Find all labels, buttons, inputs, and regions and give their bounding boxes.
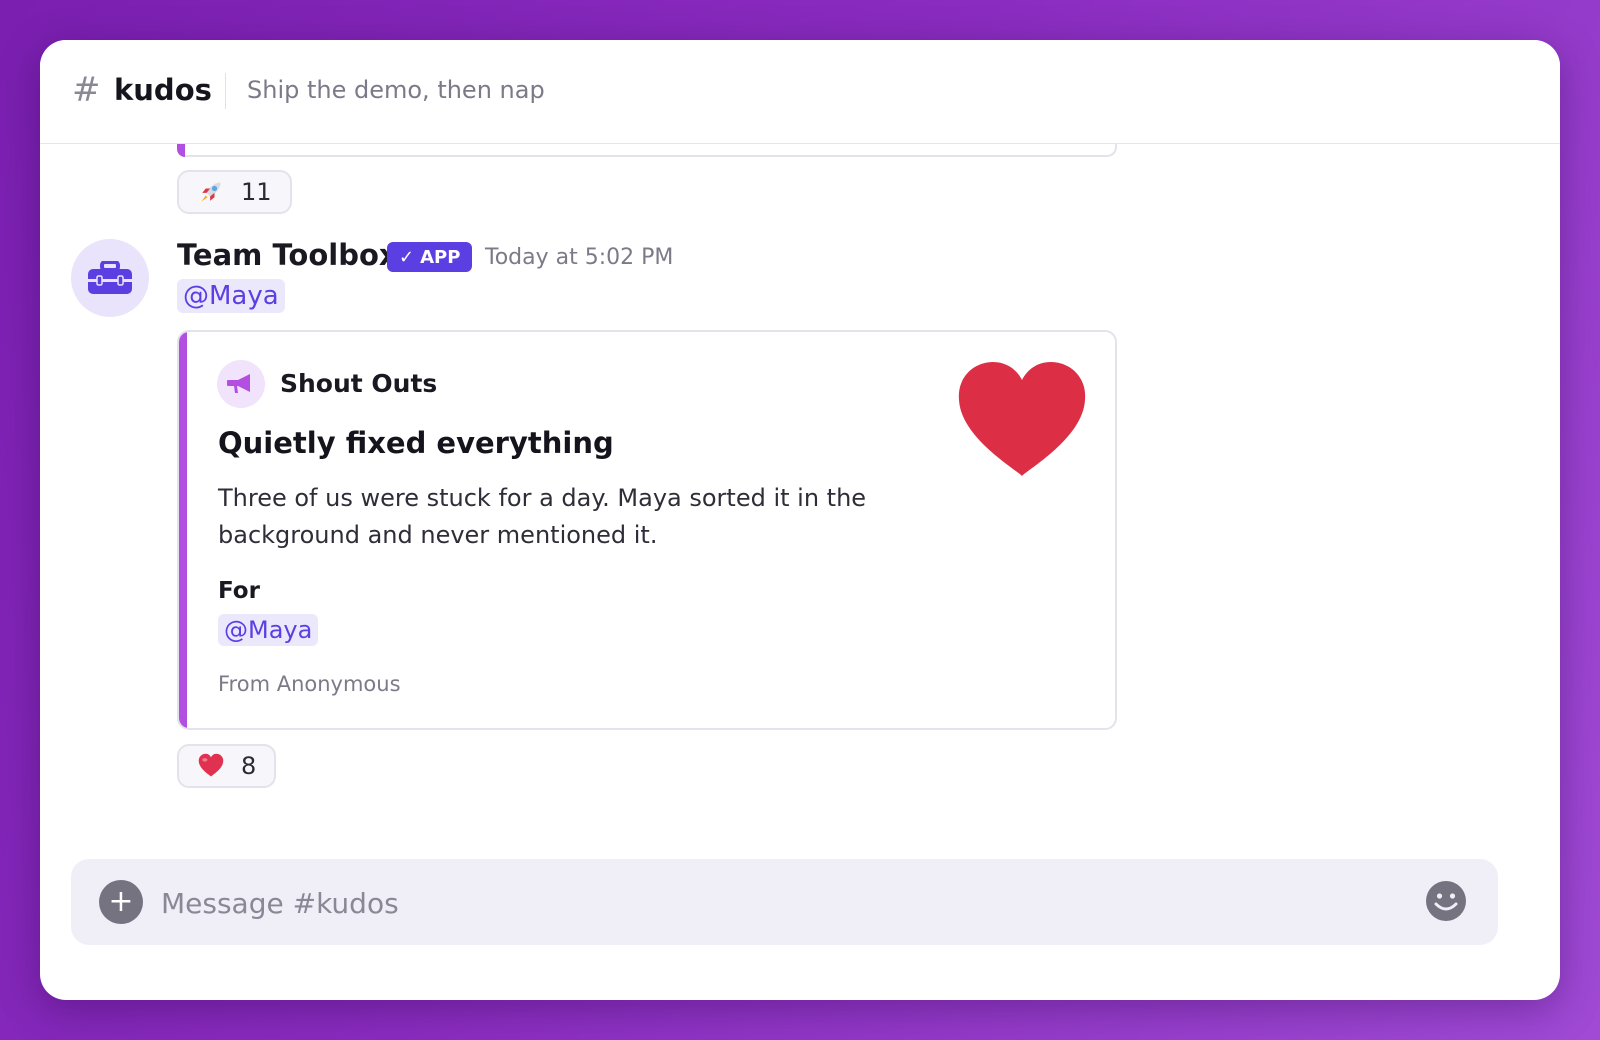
header-divider [225,73,226,109]
channel-topic[interactable]: Ship the demo, then nap [247,76,545,104]
app-badge: ✓ APP [387,242,473,272]
card-for-label: For [218,578,260,604]
user-mention[interactable]: @Maya [177,279,285,313]
card-from: From Anonymous [218,672,401,696]
channel-header: # kudos Ship the demo, then nap [40,40,1560,144]
card-accent-bar [179,332,187,728]
rocket-icon [201,182,221,202]
heart-icon [198,753,224,777]
emoji-icon[interactable] [1425,880,1467,922]
hash-icon: # [72,70,101,110]
toolbox-icon [88,261,132,294]
reaction-rocket[interactable]: 11 [177,170,292,214]
heart-icon [958,362,1086,476]
megaphone-icon [217,360,265,408]
sender-name[interactable]: Team Toolbox [177,238,398,272]
chat-window: # kudos Ship the demo, then nap 11 Team … [40,40,1560,1000]
card-body: Three of us were stuck for a day. Maya s… [218,484,867,549]
channel-name[interactable]: kudos [114,73,212,107]
card-app-name: Shout Outs [280,369,438,398]
add-attachment-button[interactable]: + [99,880,143,924]
card-recipient-mention[interactable]: @Maya [218,614,319,646]
avatar[interactable] [71,239,149,317]
app-badge-label: APP [420,246,461,268]
check-icon: ✓ [399,246,415,268]
message-input[interactable] [159,875,1403,931]
reaction-count: 11 [241,178,272,206]
timestamp[interactable]: Today at 5:02 PM [485,245,673,270]
reaction-count: 8 [241,752,257,780]
card-title: Quietly fixed everything [218,426,614,460]
message-composer: + [71,859,1498,945]
reaction-heart[interactable]: 8 [177,744,277,788]
shout-out-card: Shout Outs Quietly fixed everything Thre… [177,330,1117,730]
